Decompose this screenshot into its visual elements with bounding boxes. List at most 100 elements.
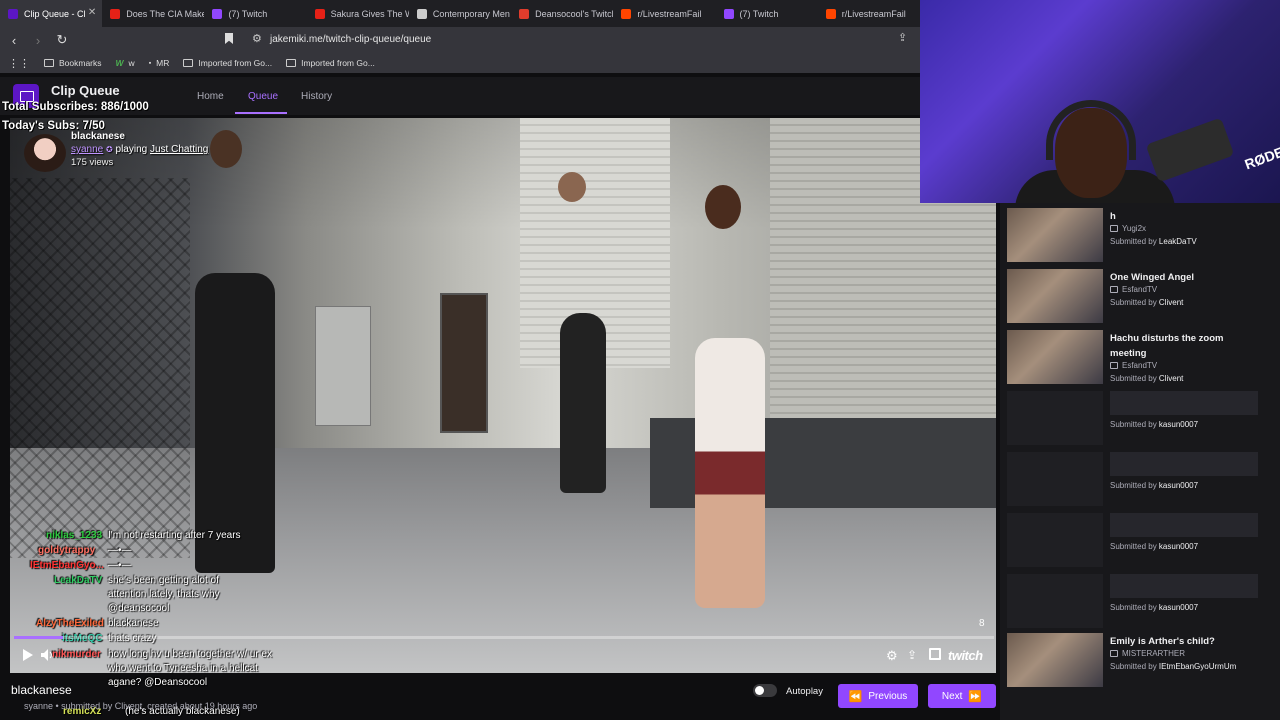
folder-icon xyxy=(286,59,297,67)
autoplay-toggle[interactable] xyxy=(753,684,777,697)
queue-item-thumbnail[interactable] xyxy=(1007,452,1103,506)
broadcaster-avatar[interactable] xyxy=(24,134,66,172)
nav-history[interactable]: History xyxy=(301,91,332,102)
tab-label: Deansocool's Twitch xyxy=(535,8,614,19)
clip-title-below: blackanese xyxy=(11,683,72,697)
forward-icon[interactable]: › xyxy=(28,33,48,48)
fullscreen-icon[interactable] xyxy=(929,648,941,660)
bookmarks-bar: ⋮⋮ Bookmarks Ww ▪ MR Imported from Go... … xyxy=(0,53,920,73)
progress-bar[interactable] xyxy=(14,636,994,639)
queue-item-title[interactable]: h xyxy=(1110,209,1260,224)
browser-tab[interactable]: Sakura Gives The W xyxy=(307,0,409,27)
chat-message: I'm not restarting after 7 years xyxy=(108,530,241,541)
clip-title: blackanese xyxy=(71,131,125,142)
broadcaster-link[interactable]: syanne xyxy=(71,144,103,155)
queue-item-loading-placeholder xyxy=(1110,452,1258,476)
browser-tab[interactable]: Contemporary Men xyxy=(409,0,511,27)
clip-icon xyxy=(1110,650,1118,657)
nav-home[interactable]: Home xyxy=(197,91,224,102)
submitted-by-label: Submitted by xyxy=(1110,662,1159,671)
bookmark-item[interactable]: Imported from Go... xyxy=(183,58,272,68)
tab-label: Sakura Gives The W xyxy=(330,8,409,19)
w-favicon-icon: W xyxy=(115,58,124,68)
clip-icon xyxy=(1110,225,1118,232)
chat-username: nikmurder xyxy=(52,649,101,660)
bookmark-item[interactable]: Ww xyxy=(116,58,135,68)
queue-item-thumbnail[interactable] xyxy=(1007,574,1103,628)
share-page-icon[interactable]: ⇪ xyxy=(898,31,907,44)
queue-item-thumbnail[interactable] xyxy=(1007,391,1103,445)
queue-item-title[interactable]: Hachu disturbs the zoom meeting xyxy=(1110,331,1260,361)
chat-username: goldytrappy xyxy=(38,545,96,556)
previous-label: Previous xyxy=(868,690,908,702)
bookmark-item[interactable]: Imported from Go... xyxy=(286,58,375,68)
chat-username: IEtmEbanGyo... xyxy=(30,560,104,571)
submitted-by-label: Submitted by xyxy=(1110,603,1159,612)
video-scene-person xyxy=(195,273,275,573)
autoplay-label: Autoplay xyxy=(786,686,823,697)
submitter-name: Clivent xyxy=(1158,374,1184,383)
submitter-name: IEtmEbanGyoUrmUm xyxy=(1158,662,1237,671)
queue-item-title[interactable]: One Winged Angel xyxy=(1110,270,1260,285)
video-scene-head xyxy=(705,185,741,229)
queue-item-thumbnail[interactable] xyxy=(1007,269,1103,323)
browser-tab[interactable]: Clip Queue - Cl ✕ xyxy=(0,0,103,27)
chat-message: —•— xyxy=(108,545,132,556)
tab-label: (7) Twitch xyxy=(228,8,268,19)
queue-item-thumbnail[interactable] xyxy=(1007,208,1103,262)
submitted-by-label: Submitted by xyxy=(1110,298,1159,307)
apps-grid-icon[interactable]: ⋮⋮ xyxy=(8,57,30,70)
site-settings-icon[interactable]: ⚙ xyxy=(252,32,262,45)
queue-item-submitter: Submitted by kasun0007 xyxy=(1110,603,1198,612)
queue-item-thumbnail[interactable] xyxy=(1007,513,1103,567)
url-text[interactable]: jakemiki.me/twitch-clip-queue/queue xyxy=(270,34,431,45)
browser-tab[interactable]: (7) Twitch xyxy=(716,0,818,27)
queue-item-title[interactable]: Emily is Arther's child? xyxy=(1110,634,1260,649)
volume-icon[interactable] xyxy=(40,648,54,662)
back-icon[interactable]: ‹ xyxy=(4,33,24,48)
browser-tab[interactable]: (7) Twitch xyxy=(204,0,306,27)
submitted-by-label: Submitted by xyxy=(1110,420,1159,429)
video-scene-head xyxy=(558,172,586,202)
browser-tab[interactable]: r/LivestreamFail xyxy=(818,0,920,27)
share-icon[interactable]: ⇪ xyxy=(907,648,917,662)
queue-item-submitter: Submitted by kasun0007 xyxy=(1110,542,1198,551)
tab-favicon-icon xyxy=(8,8,18,19)
address-bar: ‹ › ↻ ⚙ ⇪ xyxy=(0,27,920,53)
verified-icon: ✪ xyxy=(106,145,113,154)
queue-item-thumbnail[interactable] xyxy=(1007,633,1103,687)
nav-queue[interactable]: Queue xyxy=(248,91,278,102)
tab-label: r/LivestreamFail xyxy=(841,8,906,19)
browser-tab[interactable]: Deansocool's Twitch xyxy=(511,0,613,27)
reload-icon[interactable]: ↻ xyxy=(52,32,72,48)
category-link[interactable]: Just Chatting xyxy=(150,144,208,155)
tab-favicon-icon xyxy=(212,8,223,19)
browser-tab[interactable]: r/LivestreamFail xyxy=(613,0,715,27)
settings-gear-icon[interactable]: ⚙ xyxy=(886,648,898,664)
queue-item-submitter: Submitted by Clivent xyxy=(1110,298,1183,307)
bookmark-star-icon[interactable] xyxy=(225,33,233,44)
next-button[interactable]: Next ⏩ xyxy=(928,684,996,708)
bookmark-item[interactable]: Bookmarks xyxy=(44,58,102,68)
chat-username: niklas_1233 xyxy=(46,530,103,541)
play-icon[interactable] xyxy=(20,648,34,662)
video-scene-cage xyxy=(10,178,190,558)
browser-tab[interactable]: Does The CIA Make xyxy=(102,0,204,27)
previous-button[interactable]: ⏪ Previous xyxy=(838,684,918,708)
submitter-name: kasun0007 xyxy=(1158,481,1199,490)
tab-favicon-icon xyxy=(110,8,121,19)
chat-username: itsMeQC xyxy=(62,633,103,644)
submitted-by-label: Submitted by xyxy=(1110,542,1159,551)
tab-close-icon[interactable]: ✕ xyxy=(88,7,96,18)
video-scene-head xyxy=(210,130,242,168)
clip-broadcaster-line: syanne ✪ playing Just Chatting xyxy=(71,144,208,155)
nav-active-indicator xyxy=(235,112,287,114)
playing-text: playing xyxy=(115,144,148,155)
queue-item-submitter: Submitted by kasun0007 xyxy=(1110,420,1198,429)
progress-bar-fill xyxy=(14,636,63,639)
tab-label: (7) Twitch xyxy=(739,8,779,19)
bookmark-item[interactable]: ▪ MR xyxy=(149,58,170,68)
twitch-logo[interactable]: twitch xyxy=(948,648,983,663)
queue-item-thumbnail[interactable] xyxy=(1007,330,1103,384)
queue-item-channel: Yugi2x xyxy=(1110,224,1146,233)
